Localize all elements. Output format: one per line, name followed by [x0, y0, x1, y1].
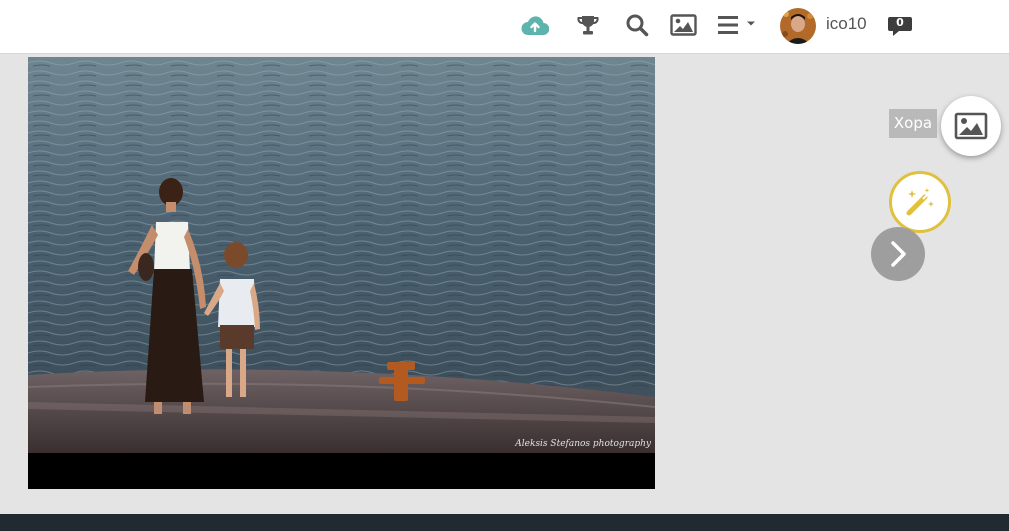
photo-signature: Aleksis Stefanos photography: [515, 439, 651, 449]
magic-wand-button[interactable]: [889, 171, 951, 233]
category-label[interactable]: Хора: [889, 109, 937, 138]
top-navigation-bar: ico10 0: [0, 0, 1009, 54]
image-icon[interactable]: [668, 11, 698, 39]
footer-bar: [0, 514, 1009, 531]
search-icon[interactable]: [623, 11, 651, 39]
avatar[interactable]: [780, 8, 816, 44]
main-photo: [28, 57, 655, 453]
next-photo-button[interactable]: [871, 227, 925, 281]
chevron-right-icon: [891, 241, 906, 267]
trophy-icon[interactable]: [574, 11, 602, 39]
chat-bubble-icon[interactable]: 0: [887, 13, 913, 39]
gallery-button[interactable]: [941, 96, 1001, 156]
menu-icon[interactable]: [716, 11, 758, 39]
photo-viewer[interactable]: Aleksis Stefanos photography: [28, 57, 655, 489]
notification-count: 0: [896, 16, 904, 29]
image-icon: [954, 112, 988, 140]
magic-wand-icon: [906, 188, 934, 216]
upload-cloud-icon[interactable]: [520, 11, 550, 41]
username[interactable]: ico10: [826, 14, 867, 34]
